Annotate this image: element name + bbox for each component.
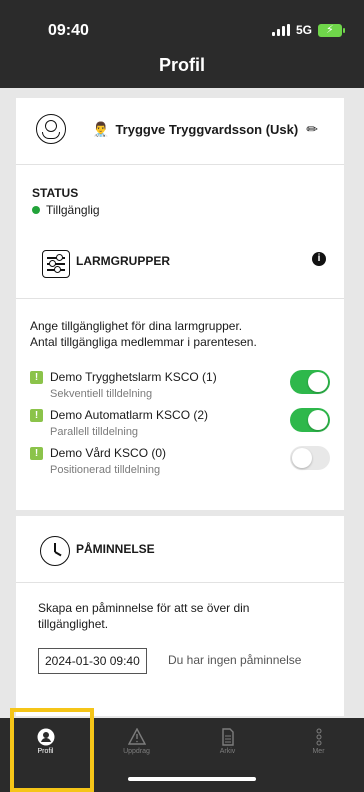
- tab-label: Mer: [312, 748, 325, 755]
- alert-icon: !: [30, 371, 43, 384]
- alarm-group-mode: Parallell tilldelning: [50, 426, 139, 438]
- alarm-description-line: Ange tillgänglighet för dina larmgrupper…: [30, 319, 243, 333]
- reminder-card: PÅMINNELSE Skapa en påminnelse för att s…: [16, 516, 344, 716]
- status-dot-icon: [32, 206, 40, 214]
- alarm-group-item: ! Demo Vård KSCO (0) Positionerad tillde…: [30, 446, 342, 482]
- reminder-datetime-field[interactable]: 2024-01-30 09:40: [38, 648, 147, 674]
- status-label: STATUS: [32, 186, 79, 200]
- divider: [16, 298, 344, 299]
- sliders-icon: [42, 250, 70, 278]
- alarm-group-mode: Sekventiell tilldelning: [50, 388, 153, 400]
- avatar-icon: [36, 114, 66, 144]
- home-indicator: [128, 777, 256, 781]
- reminder-description-line: Skapa en påminnelse för att se över din: [38, 601, 250, 615]
- status-text: Tillgänglig: [46, 203, 100, 217]
- reminder-description-line: tillgänglighet.: [38, 617, 109, 631]
- alarm-group-name: Demo Automatlarm KSCO (2): [50, 408, 209, 422]
- status-bar: 09:40 5G ⚡: [0, 0, 364, 46]
- alarm-group-toggle[interactable]: [290, 370, 330, 394]
- signal-icon: [271, 24, 290, 36]
- selection-highlight: [10, 708, 94, 792]
- edit-pencil-icon[interactable]: ✏: [306, 121, 318, 138]
- person-emoji-icon: 👨‍⚕️: [92, 120, 110, 137]
- battery-icon: ⚡: [318, 23, 345, 37]
- alarm-groups-card: LARMGRUPPER i Ange tillgänglighet för di…: [16, 226, 344, 510]
- profile-card: 👨‍⚕️ Tryggve Tryggvardsson (Usk) ✏ STATU…: [16, 98, 344, 232]
- profile-row: 👨‍⚕️ Tryggve Tryggvardsson (Usk) ✏: [36, 114, 318, 144]
- status-time: 09:40: [48, 22, 89, 39]
- main-content: 👨‍⚕️ Tryggve Tryggvardsson (Usk) ✏ STATU…: [0, 88, 364, 718]
- profile-name-line[interactable]: 👨‍⚕️ Tryggve Tryggvardsson (Usk) ✏: [92, 121, 318, 138]
- document-icon: [219, 728, 237, 746]
- alarm-group-item: ! Demo Trygghetslarm KSCO (1) Sekventiel…: [30, 370, 342, 406]
- alarm-groups-title: LARMGRUPPER: [76, 254, 171, 268]
- divider: [16, 164, 344, 165]
- alert-icon: !: [30, 447, 43, 460]
- tab-label: Uppdrag: [123, 748, 150, 755]
- clock-icon: [40, 536, 70, 566]
- nav-bar: Profil: [0, 46, 364, 88]
- info-icon[interactable]: i: [312, 252, 326, 266]
- page-title: Profil: [158, 55, 205, 75]
- no-reminder-text: Du har ingen påminnelse: [168, 653, 302, 667]
- warning-icon: [127, 727, 146, 746]
- alarm-group-toggle[interactable]: [290, 408, 330, 432]
- more-icon: [310, 728, 328, 746]
- alarm-group-mode: Positionerad tilldelning: [50, 464, 161, 476]
- alarm-group-item: ! Demo Automatlarm KSCO (2) Parallell ti…: [30, 408, 342, 444]
- alarm-description-line: Antal tillgängliga medlemmar i parentese…: [30, 335, 257, 349]
- alarm-group-name: Demo Trygghetslarm KSCO (1): [50, 370, 217, 384]
- profile-name: Tryggve Tryggvardsson (Usk): [115, 121, 299, 137]
- alarm-group-name: Demo Vård KSCO (0): [50, 446, 167, 460]
- alert-icon: !: [30, 409, 43, 422]
- divider: [16, 582, 344, 583]
- alarm-description: Ange tillgänglighet för dina larmgrupper…: [30, 318, 330, 350]
- alarm-group-toggle[interactable]: [290, 446, 330, 470]
- reminder-title: PÅMINNELSE: [76, 542, 155, 556]
- status-right: 5G ⚡: [271, 23, 345, 37]
- reminder-description: Skapa en påminnelse för att se över din …: [38, 600, 338, 632]
- status-value[interactable]: Tillgänglig: [32, 203, 100, 217]
- network-label: 5G: [295, 23, 312, 37]
- tab-label: Arkiv: [219, 748, 236, 755]
- tab-mer[interactable]: Mer: [273, 718, 364, 792]
